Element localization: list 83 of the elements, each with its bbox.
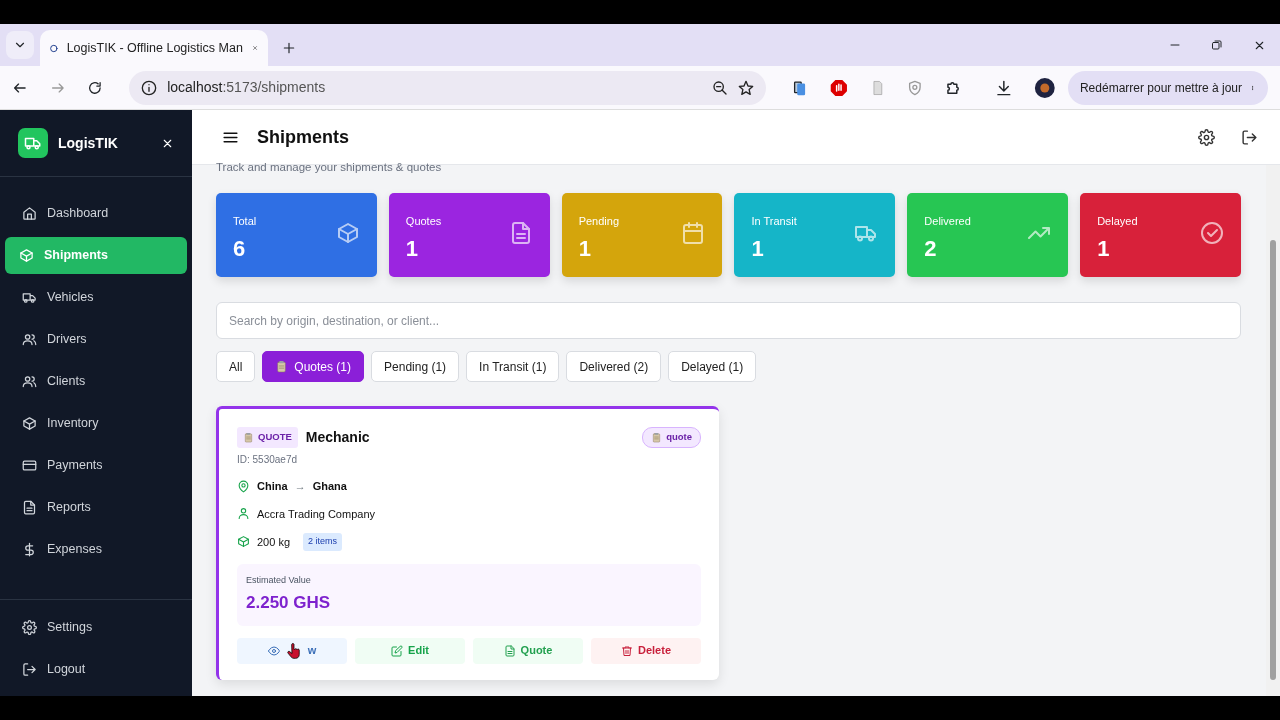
weight-text: 200 kg (257, 534, 291, 550)
sidebar-item[interactable]: Reports (5, 489, 187, 526)
stat-icon (681, 221, 706, 245)
sidebar-item[interactable]: Inventory (5, 405, 187, 442)
zoom-out-icon[interactable] (712, 79, 729, 96)
filter-tab[interactable]: Quotes (1) (262, 351, 365, 382)
info-icon[interactable] (141, 79, 158, 96)
people-icon (22, 332, 37, 347)
new-tab-icon[interactable] (282, 41, 296, 55)
stat-label: In Transit (751, 214, 797, 229)
credit-card-icon (22, 458, 37, 473)
stat-label: Delayed (1097, 214, 1138, 229)
filter-tab[interactable]: Delivered (2) (566, 351, 662, 382)
sidebar-item[interactable]: Payments (5, 447, 187, 484)
restore-icon[interactable] (1211, 39, 1223, 51)
stat-value: 1 (1097, 235, 1111, 262)
settings-icon[interactable] (1198, 128, 1215, 146)
view-button[interactable]: w (237, 637, 347, 664)
stat-label: Pending (578, 214, 620, 229)
filter-tab[interactable]: Pending (1) (371, 351, 460, 382)
settings-icon (22, 620, 37, 635)
clipboard-icon (275, 360, 289, 373)
box-icon (19, 248, 34, 263)
package-icon (237, 535, 250, 549)
download-icon[interactable] (994, 78, 1013, 97)
stat-label: Delivered (924, 214, 971, 229)
route-text: China → Ghana (257, 479, 347, 494)
stat-value: 1 (751, 235, 765, 262)
clipboard-icon (651, 432, 663, 443)
stat-icon (335, 221, 360, 245)
sidebar-item[interactable]: Dashboard (5, 195, 187, 232)
sidebar-item[interactable]: Expenses (5, 531, 187, 568)
status-badge: quote (642, 427, 701, 448)
shield-icon[interactable] (907, 79, 923, 96)
reload-icon[interactable] (87, 79, 104, 96)
box-icon (22, 416, 37, 431)
shipment-title: Mechanic (305, 428, 370, 447)
estimated-value: 2.250 GHS (246, 592, 332, 614)
clipboard-icon (243, 432, 254, 443)
location-pin-icon (237, 479, 250, 493)
people-icon (22, 374, 37, 389)
sidebar-item[interactable]: Drivers (5, 321, 187, 358)
trash-icon (621, 644, 633, 657)
filter-tab[interactable]: In Transit (1) (466, 351, 560, 382)
stat-value: 6 (233, 235, 247, 262)
item-count: 2 items (303, 533, 343, 551)
stat-label: Quotes (405, 214, 442, 229)
stat-value: 1 (405, 235, 420, 262)
logout-icon (22, 662, 37, 677)
eye-icon (267, 644, 280, 657)
person-icon (237, 507, 250, 521)
url-field[interactable]: localhost:5173/shipments (167, 77, 326, 98)
avatar-icon[interactable] (1034, 76, 1056, 99)
edit-icon (391, 644, 404, 657)
sidebar-item[interactable]: Clients (5, 363, 187, 400)
stat-icon (1200, 221, 1224, 245)
home-icon (22, 206, 37, 221)
client-name: Accra Trading Company (257, 506, 375, 522)
sidebar-item[interactable]: Vehicles (5, 279, 187, 316)
sidebar-item[interactable]: Logout (5, 651, 187, 688)
search-field[interactable]: Search by origin, destination, or client... (216, 302, 1241, 339)
document-icon (503, 644, 516, 657)
page-subtitle: Track and manage your shipments & quotes (216, 161, 442, 173)
stat-value: 1 (578, 235, 592, 262)
delete-button[interactable]: Delete (591, 637, 701, 664)
stat-value: 2 (924, 235, 938, 262)
stat-label: Total (233, 214, 257, 229)
page-title: Shipments (257, 125, 349, 149)
star-icon[interactable] (738, 79, 755, 96)
document-icon (22, 500, 37, 515)
logout-icon[interactable] (1241, 128, 1258, 146)
shipment-id: ID: 5530ae7d (237, 453, 299, 467)
brand-name: LogisTIK (58, 133, 118, 153)
sidebar-item[interactable]: Settings (5, 609, 187, 646)
dollar-icon (22, 542, 37, 557)
logo-icon (18, 128, 48, 158)
type-badge: QUOTE (237, 427, 298, 448)
value-label: Estimated Value (246, 573, 312, 587)
update-button[interactable]: Redémarrer pour mettre à jour (1067, 70, 1269, 105)
scrollbar[interactable] (1266, 165, 1280, 696)
filter-tab[interactable]: Delayed (1) (668, 351, 757, 382)
truck-icon (22, 290, 37, 305)
filter-tab[interactable]: All (216, 351, 256, 382)
